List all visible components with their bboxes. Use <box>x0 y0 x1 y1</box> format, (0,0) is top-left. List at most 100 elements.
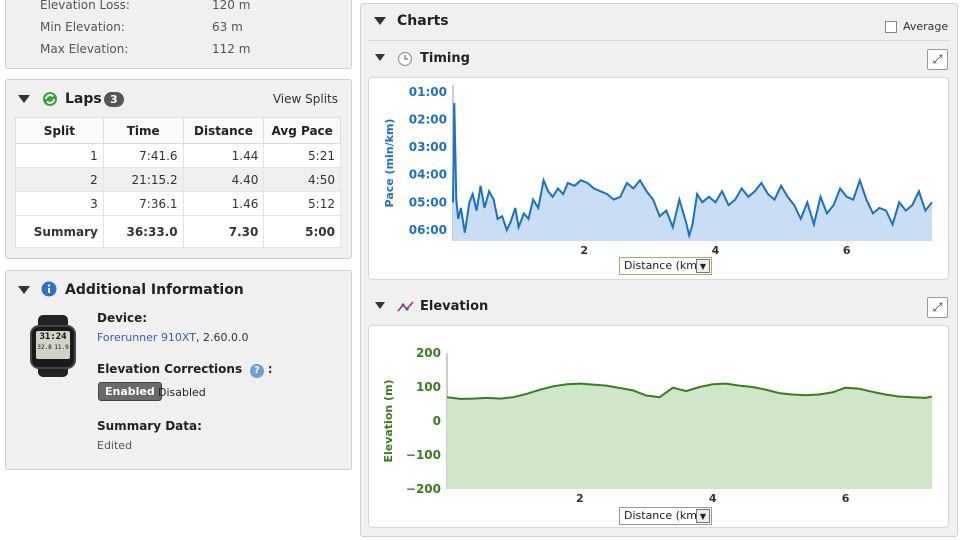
watch-stat: 32.8 <box>37 344 52 351</box>
column-header-distance[interactable]: Distance <box>183 117 265 144</box>
laps-title: Laps <box>65 91 102 107</box>
stat-value: 63 m <box>212 20 243 34</box>
cell-time: 7:36.1 <box>103 191 184 216</box>
average-label: Average <box>903 20 949 33</box>
charts-title: Charts <box>397 13 449 29</box>
cell-distance: 4.40 <box>183 167 265 192</box>
x-tick-label: 4 <box>712 244 720 257</box>
stat-label: Min Elevation: <box>40 20 125 34</box>
column-header-split[interactable]: Split <box>15 117 104 144</box>
view-splits-link[interactable]: View Splits <box>273 92 338 106</box>
collapse-icon[interactable] <box>374 17 386 25</box>
cell-avg-pace: 5:12 <box>263 191 341 216</box>
y-tick-label: 02:00 <box>409 113 447 127</box>
elevation-x-axis-select[interactable]: Distance (km) ▼ <box>619 507 712 525</box>
series-area <box>447 383 932 489</box>
stat-value: 120 m <box>212 0 251 12</box>
cell-split: 3 <box>15 191 104 216</box>
timing-chart: 01:00 02:00 03:00 04:00 05:00 06:00 2 4 6 Pace (m… <box>383 85 933 257</box>
help-icon[interactable]: ? <box>249 364 264 378</box>
laps-table: Split Time Distance Avg Pace 1 7:41.6 1.… <box>15 117 341 248</box>
average-checkbox[interactable] <box>885 21 897 33</box>
laps-panel: Laps 3 View Splits Split Time Distance A… <box>5 79 352 259</box>
collapse-icon[interactable] <box>18 95 30 103</box>
x-tick-label: 2 <box>576 492 584 505</box>
cell-distance: 1.46 <box>183 191 265 216</box>
timing-expand-icon[interactable]: ⤢ <box>927 49 948 70</box>
summary-data-value: Edited <box>97 439 133 452</box>
charts-panel: Charts Average Timing ⤢ 01:00 02:00 03:00 0… <box>360 3 958 537</box>
elevation-corrections-label: Elevation Corrections <box>97 362 243 376</box>
watch-time: 31:24 <box>39 332 67 342</box>
elevation-corrections-colon: : <box>267 362 273 376</box>
timing-title: Timing <box>420 51 470 66</box>
enabled-toggle[interactable]: Enabled <box>98 382 162 401</box>
x-tick-label: 4 <box>709 492 717 505</box>
x-tick-label: 6 <box>843 244 851 257</box>
x-tick-label: 6 <box>842 492 850 505</box>
column-header-avg-pace[interactable]: Avg Pace <box>263 117 341 144</box>
laps-count-badge: 3 <box>104 92 124 107</box>
table-row[interactable]: 2 21:15.2 4.40 4:50 <box>15 167 341 192</box>
y-axis-label: Pace (min/km) <box>383 119 396 208</box>
y-tick-label: 04:00 <box>409 168 447 182</box>
elevation-collapse-icon[interactable] <box>375 302 385 309</box>
table-row[interactable]: 3 7:36.1 1.46 5:12 <box>15 191 341 216</box>
y-tick-label: 100 <box>416 380 441 394</box>
disabled-toggle[interactable]: Disabled <box>158 386 206 399</box>
cell-summary-time: 36:33.0 <box>103 215 184 248</box>
cell-avg-pace: 5:21 <box>263 143 341 168</box>
y-tick-label: 0 <box>433 414 441 428</box>
elevation-x-axis-select-value: Distance (km) <box>624 509 702 522</box>
device-version: , 2.60.0.0 <box>196 331 249 344</box>
y-tick-label: 01:00 <box>409 85 447 99</box>
device-label: Device: <box>97 311 148 325</box>
clock-icon <box>397 51 413 67</box>
cell-split: 2 <box>15 167 104 192</box>
y-tick-label: −200 <box>406 482 441 496</box>
timing-x-axis-select-value: Distance (km) <box>624 259 702 272</box>
cell-distance: 1.44 <box>183 143 265 168</box>
cell-time: 7:41.6 <box>103 143 184 168</box>
cell-summary-distance: 7.30 <box>183 215 265 248</box>
elevation-corrections-row: Elevation Corrections ? : <box>97 362 273 378</box>
elevation-chart-box: 200 100 0 −100 −200 2 4 6 Elevation (m) Distance… <box>368 325 949 528</box>
collapse-icon[interactable] <box>18 286 30 294</box>
cell-avg-pace: 4:50 <box>263 167 341 192</box>
device-info: Forerunner 910XT, 2.60.0.0 <box>97 331 248 344</box>
summary-stats-panel: Elevation Loss: 120 m Min Elevation: 63 … <box>5 0 352 69</box>
cell-time: 21:15.2 <box>103 167 184 192</box>
summary-data-label: Summary Data: <box>97 419 202 433</box>
summary-row: Summary 36:33.0 7.30 5:00 <box>15 215 341 248</box>
laps-icon <box>43 92 57 106</box>
timing-collapse-icon[interactable] <box>375 54 385 61</box>
chevron-down-icon: ▼ <box>696 259 710 273</box>
y-axis-label: Elevation (m) <box>382 379 395 462</box>
y-tick-label: 05:00 <box>409 195 447 209</box>
column-header-time[interactable]: Time <box>103 117 184 144</box>
elevation-chart-icon <box>397 301 414 312</box>
stat-value: 112 m <box>212 42 251 56</box>
y-tick-label: 200 <box>416 346 441 360</box>
additional-info-title: Additional Information <box>65 282 244 298</box>
info-icon <box>41 281 57 297</box>
additional-info-panel: Additional Information 31:24 32.8 11.9 D… <box>5 270 352 470</box>
watch-stat: 11.9 <box>54 344 69 351</box>
cell-summary-label: Summary <box>15 215 104 248</box>
elevation-expand-icon[interactable]: ⤢ <box>927 297 948 318</box>
cell-summary-pace: 5:00 <box>263 215 341 248</box>
table-row[interactable]: 1 7:41.6 1.44 5:21 <box>15 143 341 168</box>
device-image: 31:24 32.8 11.9 <box>30 315 76 377</box>
elevation-chart: 200 100 0 −100 −200 2 4 6 Elevation (m) <box>382 346 933 505</box>
timing-chart-box: 01:00 02:00 03:00 04:00 05:00 06:00 2 4 6 Pace (m… <box>368 77 949 280</box>
timing-x-axis-select[interactable]: Distance (km) ▼ <box>619 257 712 275</box>
y-tick-label: −100 <box>406 448 441 462</box>
y-tick-label: 03:00 <box>409 140 447 154</box>
device-name-link[interactable]: Forerunner 910XT <box>97 331 196 344</box>
table-header-row: Split Time Distance Avg Pace <box>15 117 341 144</box>
chevron-down-icon: ▼ <box>696 509 710 523</box>
stat-label: Max Elevation: <box>40 42 129 56</box>
divider <box>368 40 950 41</box>
x-tick-label: 2 <box>580 244 588 257</box>
y-tick-label: 06:00 <box>409 223 447 237</box>
